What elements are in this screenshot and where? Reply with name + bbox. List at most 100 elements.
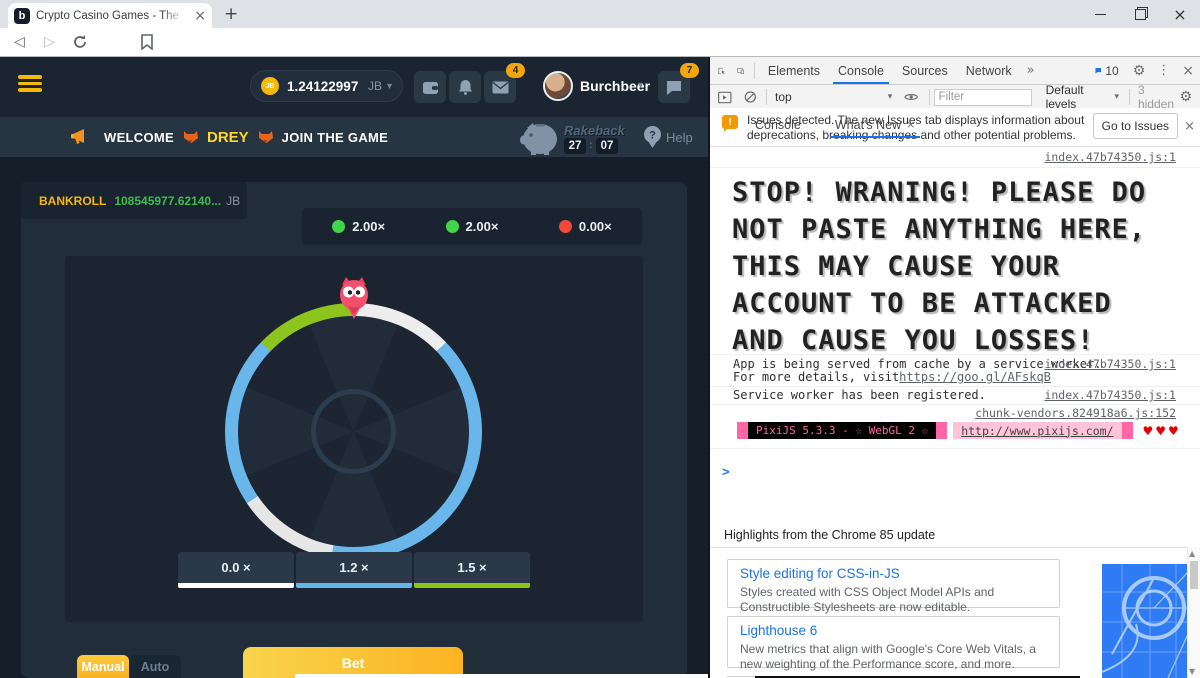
notifications-button[interactable] <box>449 71 481 103</box>
window-minimize-button[interactable] <box>1080 0 1120 28</box>
filter-input[interactable] <box>934 89 1032 106</box>
history-item: 2.00× <box>446 219 499 234</box>
console-toolbar: top ▾ Default levels ▾ 3 hidden ⚙ <box>710 85 1200 110</box>
inspect-icon[interactable] <box>718 63 725 79</box>
source-link[interactable]: chunk-vendors.824918a6.js:152 <box>975 406 1176 420</box>
chat-bubble-icon <box>666 80 682 95</box>
eye-icon[interactable] <box>904 92 918 102</box>
wheel-panel: 0.0 × 1.2 × 1.5 × <box>65 256 643 622</box>
tab-sources[interactable]: Sources <box>893 57 957 84</box>
welcome-banner: WELCOME DREY JOIN THE GAME Rakeback 27 :… <box>0 117 708 157</box>
wheel <box>225 303 482 560</box>
message-count: 10 <box>1105 64 1118 78</box>
rakeback-label[interactable]: Rakeback <box>564 123 625 138</box>
whats-new-close-icon[interactable]: × <box>906 118 915 131</box>
console-messages-icon[interactable] <box>1095 64 1102 77</box>
new-tab-button[interactable]: + <box>224 4 238 24</box>
source-link[interactable]: index.47b74350.js:1 <box>1044 357 1176 371</box>
tab-elements[interactable]: Elements <box>759 57 829 84</box>
clear-console-icon[interactable] <box>744 90 757 104</box>
multiplier-button-0[interactable]: 0.0 × <box>178 552 294 583</box>
multiplier-button-1[interactable]: 1.2 × <box>296 552 412 583</box>
whats-new-heading-row: Highlights from the Chrome 85 update <box>710 523 1200 548</box>
red-dot-icon <box>559 220 572 233</box>
card-body: New metrics that align with Google's Cor… <box>740 642 1047 672</box>
console-row: index.47b74350.js:1 <box>710 146 1200 168</box>
window-close-button[interactable]: × <box>1160 0 1200 28</box>
tab-auto[interactable]: Auto <box>129 655 181 678</box>
megaphone-icon <box>70 128 90 146</box>
source-link[interactable]: index.47b74350.js:1 <box>1044 388 1176 402</box>
avatar[interactable] <box>543 71 573 101</box>
bankroll-label: BANKROLL <box>39 194 106 208</box>
warning-line: NOT PASTE ANYTHING HERE, <box>732 211 1146 248</box>
history-value: 2.00× <box>466 219 499 234</box>
history-item: 2.00× <box>332 219 385 234</box>
tab-manual[interactable]: Manual <box>77 655 129 678</box>
card-title[interactable]: Lighthouse 6 <box>740 623 1047 638</box>
browser-tab[interactable]: b Crypto Casino Games - The 16 Bes × <box>8 3 212 28</box>
goo-gl-link[interactable]: https://goo.gl/AFskqB <box>899 370 1051 385</box>
welcome-player-name: DREY <box>207 129 249 146</box>
hidden-count: 3 hidden <box>1138 83 1180 111</box>
wheel-hub <box>311 389 396 474</box>
window-restore-button[interactable] <box>1120 0 1160 28</box>
help-label[interactable]: Help <box>666 130 693 145</box>
rakeback-timer-sec: 07 <box>596 138 618 154</box>
drawer-tab-console[interactable]: Console <box>746 111 810 138</box>
reload-icon[interactable] <box>72 34 88 50</box>
scrollbar[interactable]: ▲ ▼ <box>1187 547 1200 678</box>
settings-gear-icon[interactable]: ⚙ <box>1133 63 1146 79</box>
devtools-kebab-icon[interactable]: ⋮ <box>1157 63 1170 78</box>
scroll-down-icon[interactable]: ▼ <box>1189 667 1195 676</box>
toolbar-divider <box>766 89 767 105</box>
log-text: Service worker has been registered. <box>733 388 986 403</box>
casino-header: JB 1.24122997 JB ▾ <box>0 57 708 117</box>
console-sidebar-icon[interactable] <box>718 91 732 104</box>
bankroll-currency: JB <box>226 194 240 208</box>
tab-console[interactable]: Console <box>829 57 893 84</box>
chrome-content-divider <box>0 56 1200 57</box>
tab-close-icon[interactable]: × <box>194 9 206 23</box>
log-text-prefix: For more details, visit <box>733 370 899 385</box>
history-value: 2.00× <box>352 219 385 234</box>
tab-network[interactable]: Network <box>957 57 1021 84</box>
wallet-button[interactable] <box>414 71 446 103</box>
drawer-tab-whats-new[interactable]: What's New × <box>826 111 925 138</box>
multiplier-button-2[interactable]: 1.5 × <box>414 552 530 583</box>
scroll-up-icon[interactable]: ▲ <box>1189 549 1195 558</box>
issues-warning-icon: ! <box>722 115 738 129</box>
forward-icon[interactable]: ▷ <box>44 34 55 50</box>
bell-icon <box>458 79 473 95</box>
green-dot-icon <box>446 220 459 233</box>
go-to-issues-button[interactable]: Go to Issues <box>1093 113 1178 139</box>
screen: b Crypto Casino Games - The 16 Bes × + ×… <box>0 0 1200 678</box>
bookmark-icon[interactable] <box>140 34 154 50</box>
console-settings-gear-icon[interactable]: ⚙ <box>1179 89 1192 105</box>
console-divider <box>710 448 1200 449</box>
pixi-url-link[interactable]: http://www.pixijs.com/ <box>961 424 1113 438</box>
devtools: Elements Console Sources Network » 10 ⚙ … <box>710 57 1200 678</box>
console-warning-message: STOP! WRANING! PLEASE DO NOT PASTE ANYTH… <box>710 167 1200 355</box>
casino-menu-icon[interactable] <box>18 72 42 95</box>
help-icon[interactable]: ? <box>643 125 662 149</box>
toolbar-divider <box>929 89 930 105</box>
result-history: 2.00× 2.00× 0.00× <box>302 208 642 245</box>
context-selector[interactable]: top <box>775 90 792 104</box>
whats-new-card[interactable]: Style editing for CSS-in-JS Styles creat… <box>727 559 1060 608</box>
levels-selector[interactable]: Default levels <box>1046 83 1111 111</box>
card-title[interactable]: Style editing for CSS-in-JS <box>740 566 1047 581</box>
devtools-close-icon[interactable]: × <box>1182 63 1194 79</box>
multiplier-bar-green <box>414 583 530 588</box>
back-icon[interactable]: ◁ <box>14 34 25 50</box>
device-toolbar-icon[interactable] <box>737 64 744 78</box>
more-tabs-icon[interactable]: » <box>1027 63 1035 78</box>
issues-close-icon[interactable]: × <box>1184 119 1195 134</box>
welcome-text-1: WELCOME <box>104 130 174 145</box>
whats-new-card[interactable]: Lighthouse 6 New metrics that align with… <box>727 616 1060 668</box>
source-link[interactable]: index.47b74350.js:1 <box>1044 150 1176 164</box>
balance-pill[interactable]: JB 1.24122997 JB ▾ <box>250 70 403 102</box>
console-prompt[interactable]: > <box>722 465 730 480</box>
balance-currency: JB <box>368 79 382 93</box>
scroll-thumb[interactable] <box>1190 561 1198 589</box>
